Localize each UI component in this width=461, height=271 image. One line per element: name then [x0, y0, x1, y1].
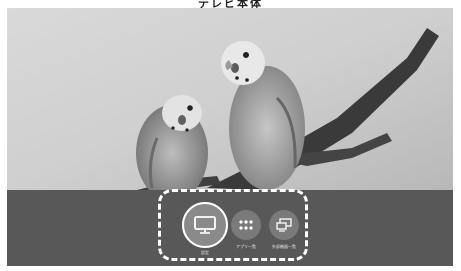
background-photo	[7, 8, 453, 190]
page-title: テレビ本体	[198, 0, 263, 8]
focus-highlight-frame	[158, 189, 308, 261]
